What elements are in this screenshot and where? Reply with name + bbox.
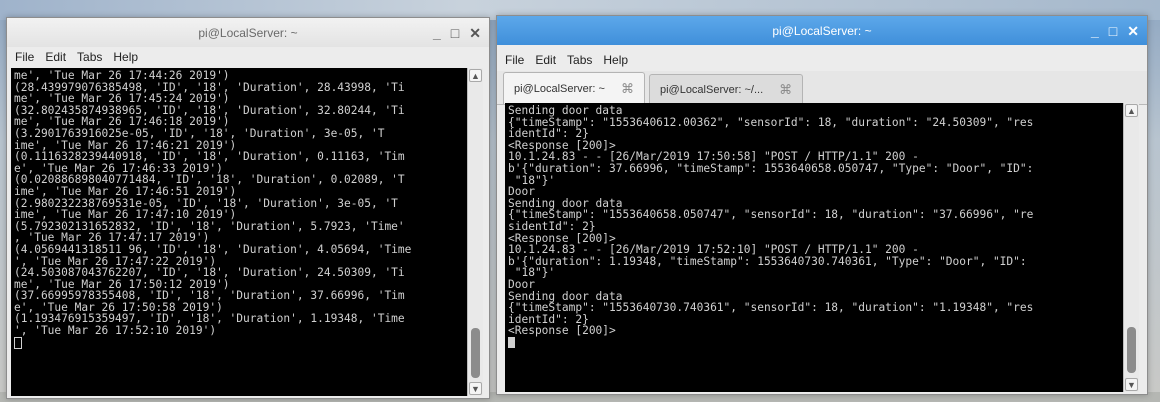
terminal-line: ', 'Tue Mar 26 17:52:10 2019') [14, 324, 217, 338]
terminal-line: "18"}' [508, 266, 556, 280]
scroll-thumb[interactable] [1127, 327, 1136, 373]
terminal-line: Door [508, 185, 535, 199]
close-button[interactable]: ✕ [1127, 24, 1139, 38]
text-cursor [508, 336, 515, 348]
tab-second[interactable]: pi@LocalServer: ~/... ⌘ [648, 74, 804, 104]
terminal-line: 10.1.24.83 - - [26/Mar/2019 17:52:10] "P… [508, 243, 919, 257]
window-title: pi@LocalServer: ~ [772, 23, 872, 38]
menu-tabs[interactable]: Tabs [567, 53, 592, 67]
vertical-scrollbar[interactable]: ▲ ▼ [467, 68, 483, 396]
terminal-line: {"timeStamp": "1553640612.00362", "senso… [508, 115, 1034, 129]
terminal-line: (24.503087043762207, 'ID', '18', 'Durati… [14, 266, 405, 280]
menu-file[interactable]: File [505, 53, 524, 67]
terminal-line: (3.2901763916025e-05, 'ID', '18', 'Durat… [14, 126, 385, 140]
window-controls: _ □ ✕ [433, 18, 481, 47]
terminal-output[interactable]: Sending door data {"timeStamp": "15536406… [505, 103, 1139, 392]
menu-bar: File Edit Tabs Help [497, 45, 1147, 71]
terminal-line: <Response [200]> [508, 324, 616, 338]
terminal-line: b'{"duration": 37.66996, "timeStamp": 15… [508, 161, 1034, 175]
window-titlebar[interactable]: pi@LocalServer: ~ _ □ ✕ [7, 18, 489, 47]
maximize-button[interactable]: □ [451, 26, 459, 40]
scroll-up-icon[interactable]: ▲ [469, 69, 482, 82]
terminal-line: sidentId": 2} [508, 219, 596, 233]
menu-tabs[interactable]: Tabs [77, 50, 102, 64]
terminal-line: b'{"duration": 1.19348, "timeStamp": 155… [508, 254, 1027, 268]
close-button[interactable]: ✕ [469, 26, 481, 40]
scroll-down-icon[interactable]: ▼ [469, 382, 482, 395]
terminal-text: Sending door data {"timeStamp": "15536406… [508, 105, 1119, 348]
tab-close-icon[interactable]: ⌘ [621, 81, 634, 97]
menu-bar: File Edit Tabs Help [7, 47, 489, 67]
scroll-up-icon[interactable]: ▲ [1125, 104, 1138, 117]
tab-label: pi@LocalServer: ~/... [659, 83, 764, 96]
vertical-scrollbar[interactable]: ▲ ▼ [1123, 103, 1139, 392]
terminal-line: ime', 'Tue Mar 26 17:46:51 2019') [14, 184, 237, 198]
tab-home[interactable]: pi@LocalServer: ~ ⌘ [503, 72, 645, 104]
minimize-button[interactable]: _ [433, 26, 441, 40]
terminal-line: (4.0569441318511 96, 'ID', '18', 'Durati… [14, 242, 412, 256]
terminal-line: ime', 'Tue Mar 26 17:47:10 2019') [14, 208, 237, 222]
terminal-prompt-line[interactable] [508, 336, 1119, 349]
terminal-prompt-line[interactable] [14, 336, 463, 349]
tab-close-icon[interactable]: ⌘ [779, 82, 792, 98]
terminal-line: me', 'Tue Mar 26 17:44:26 2019') [14, 69, 230, 82]
menu-edit[interactable]: Edit [535, 53, 556, 67]
tab-label: pi@LocalServer: ~ [514, 82, 605, 95]
minimize-button[interactable]: _ [1091, 24, 1099, 38]
terminal-line: Sending door data [508, 104, 623, 117]
terminal-line: Door [508, 277, 535, 291]
maximize-button[interactable]: □ [1109, 24, 1117, 38]
window-titlebar[interactable]: pi@LocalServer: ~ _ □ ✕ [497, 16, 1147, 45]
menu-edit[interactable]: Edit [45, 50, 66, 64]
text-cursor [14, 336, 22, 349]
menu-file[interactable]: File [15, 50, 34, 64]
terminal-line: {"timeStamp": "1553640658.050747", "sens… [508, 208, 1034, 222]
menu-help[interactable]: Help [603, 53, 628, 67]
tab-bar: pi@LocalServer: ~ ⌘ pi@LocalServer: ~/..… [497, 71, 1147, 105]
terminal-line: {"timeStamp": "1553640730.740361", "sens… [508, 301, 1034, 315]
terminal-line: "18"}' [508, 173, 556, 187]
terminal-line: (0.1116328239440918, 'ID', '18', 'Durati… [14, 150, 405, 164]
scroll-down-icon[interactable]: ▼ [1125, 378, 1138, 391]
terminal-window-right[interactable]: pi@LocalServer: ~ _ □ ✕ File Edit Tabs H… [496, 15, 1148, 395]
scroll-thumb[interactable] [471, 328, 480, 378]
window-title: pi@LocalServer: ~ [198, 25, 298, 40]
terminal-text: me', 'Tue Mar 26 17:44:26 2019') (28.4399… [14, 69, 463, 349]
terminal-window-left[interactable]: pi@LocalServer: ~ _ □ ✕ File Edit Tabs H… [6, 17, 490, 399]
terminal-output[interactable]: me', 'Tue Mar 26 17:44:26 2019') (28.4399… [11, 68, 483, 396]
window-controls: _ □ ✕ [1091, 16, 1139, 45]
menu-help[interactable]: Help [113, 50, 138, 64]
